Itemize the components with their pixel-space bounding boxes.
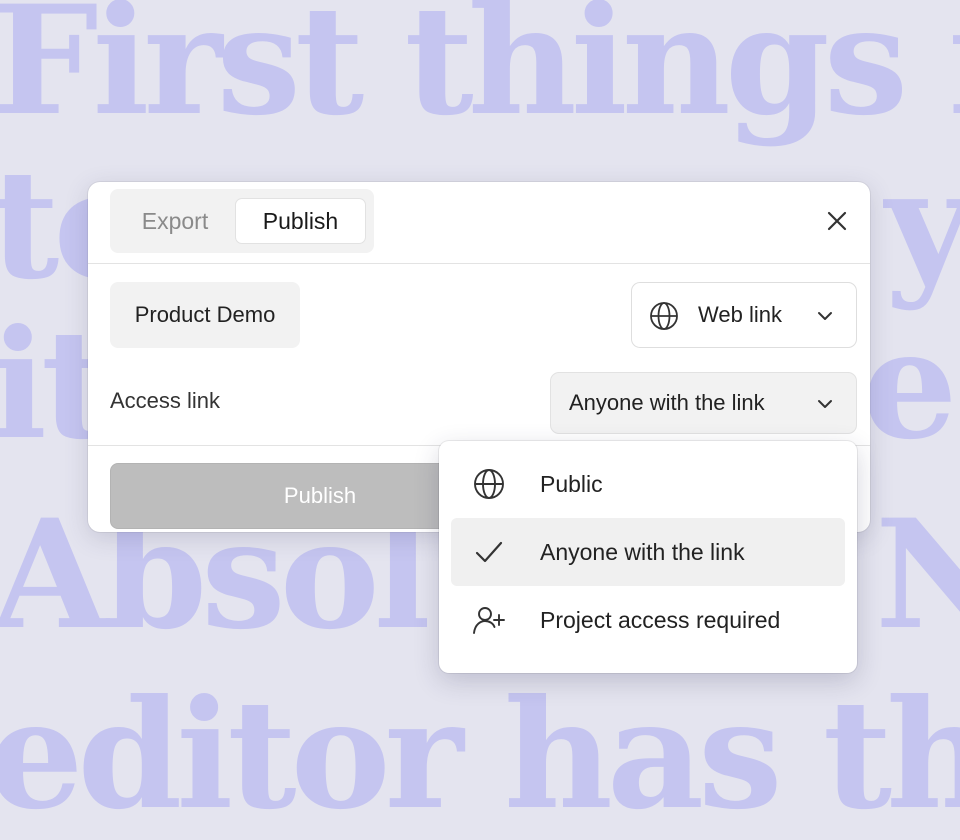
- menu-item-public[interactable]: Public: [451, 450, 845, 518]
- close-icon[interactable]: [824, 208, 850, 234]
- tab-publish[interactable]: Publish: [235, 198, 366, 244]
- menu-item-anyone-with-link[interactable]: Anyone with the link: [451, 518, 845, 586]
- bg-text-line: y: [885, 137, 960, 313]
- menu-item-label: Public: [540, 470, 603, 497]
- bg-text-line: editor has th: [0, 667, 960, 840]
- menu-item-label: Anyone with the link: [540, 538, 745, 565]
- globe-icon: [474, 469, 504, 499]
- access-level-menu: Public Anyone with the link Project acce…: [439, 441, 857, 673]
- chevron-down-icon: [818, 312, 832, 320]
- chevron-down-icon: [818, 400, 832, 408]
- bg-text-line: N: [875, 487, 960, 663]
- user-plus-icon: [473, 607, 505, 634]
- access-level-select[interactable]: Anyone with the link: [550, 372, 857, 434]
- bg-text-line: e: [862, 297, 957, 473]
- tab-switcher: Export Publish: [110, 189, 374, 253]
- link-type-select[interactable]: Web link: [631, 282, 857, 348]
- link-type-label: Web link: [698, 302, 782, 327]
- access-link-label: Access link: [110, 388, 221, 413]
- header-divider: [88, 263, 870, 264]
- tab-export[interactable]: Export: [116, 198, 234, 244]
- bg-text-line: First things fi: [0, 0, 960, 149]
- menu-item-label: Project access required: [540, 606, 781, 633]
- project-name-chip: Product Demo: [110, 282, 300, 348]
- access-level-value: Anyone with the link: [569, 390, 765, 415]
- check-icon: [475, 541, 503, 563]
- menu-item-project-access[interactable]: Project access required: [451, 586, 845, 654]
- globe-icon: [650, 302, 678, 330]
